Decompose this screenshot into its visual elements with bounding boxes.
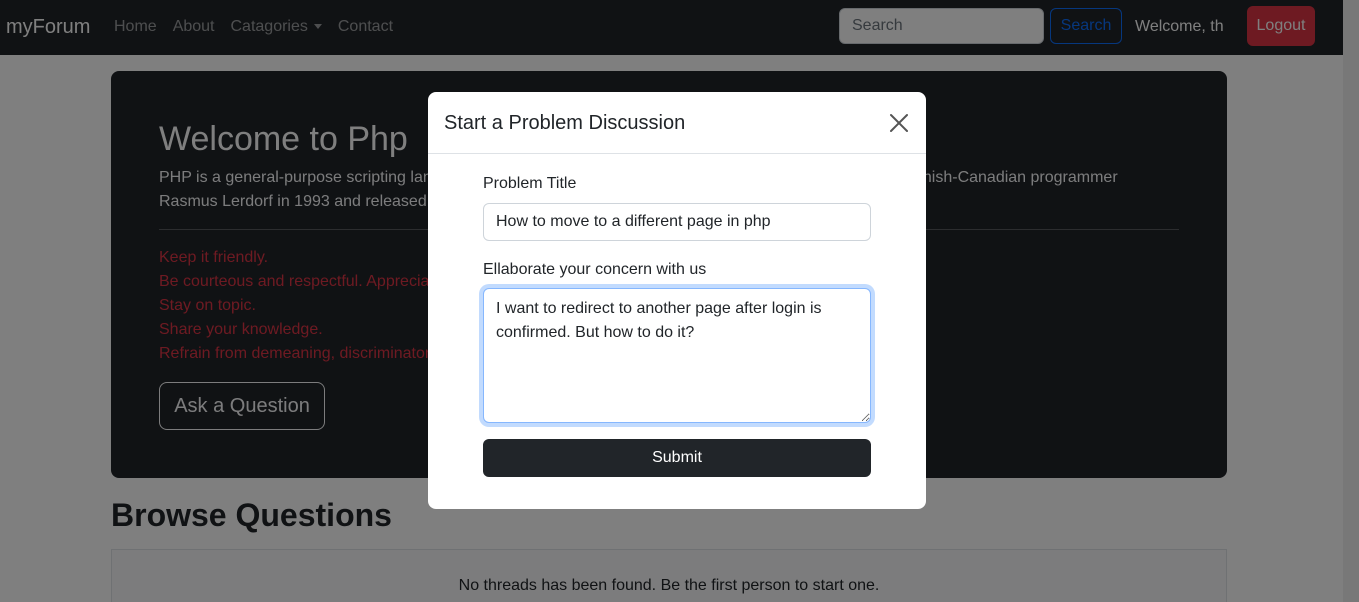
- modal-title: Start a Problem Discussion: [444, 112, 686, 134]
- submit-button[interactable]: Submit: [483, 439, 871, 477]
- close-button[interactable]: [886, 110, 912, 136]
- concern-textarea[interactable]: I want to redirect to another page after…: [483, 288, 871, 423]
- close-icon: [890, 114, 908, 132]
- start-discussion-modal: Start a Problem Discussion Problem Title…: [428, 92, 926, 509]
- concern-label: Ellaborate your concern with us: [483, 261, 707, 278]
- problem-title-label: Problem Title: [483, 175, 577, 192]
- page: myForum Home About Catagories Contact Se…: [0, 0, 1359, 602]
- modal-header: Start a Problem Discussion: [428, 92, 926, 154]
- problem-title-input[interactable]: [483, 203, 871, 241]
